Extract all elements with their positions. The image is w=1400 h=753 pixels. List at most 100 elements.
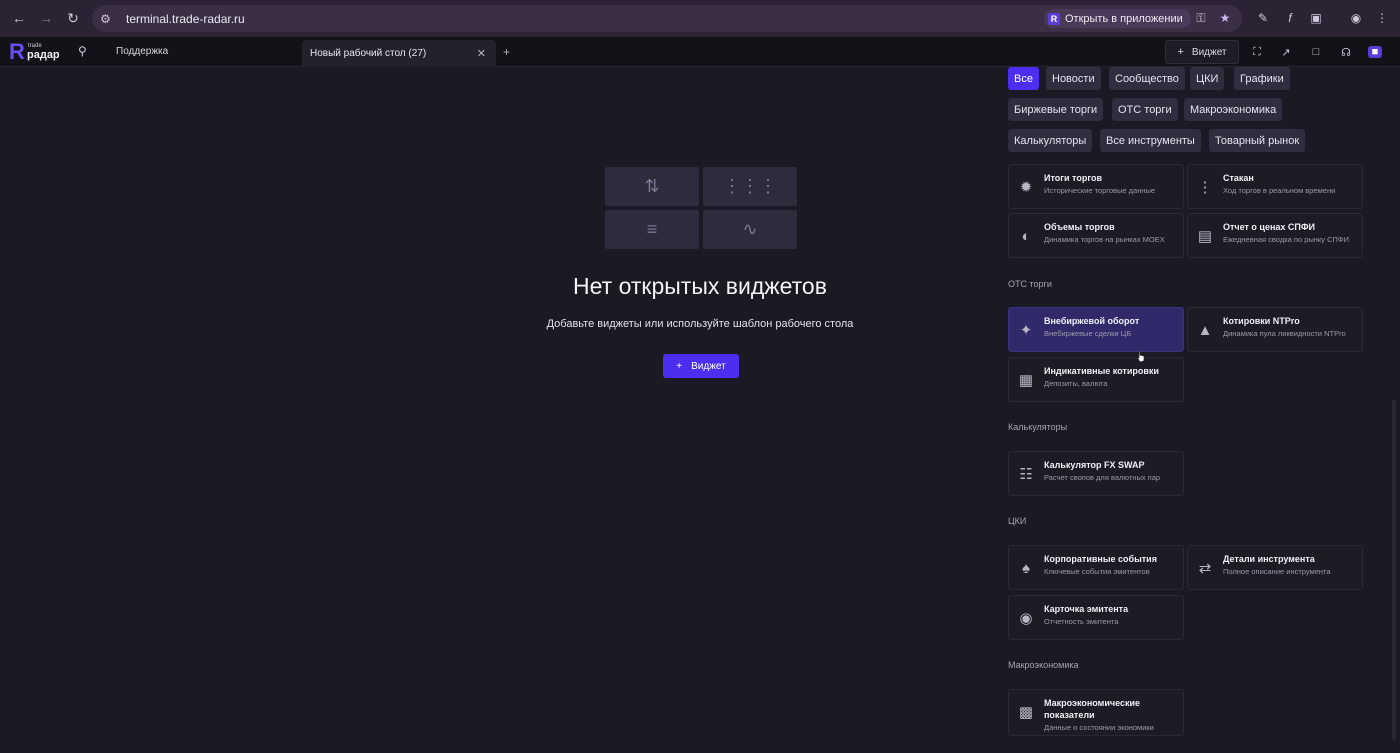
orderbook-icon: ⋮: [1197, 179, 1213, 196]
section-calculators: Калькуляторы: [1008, 422, 1068, 432]
quotes-icon: ▲: [1197, 321, 1213, 339]
extension-function-icon[interactable]: f: [1281, 9, 1299, 27]
export-icon[interactable]: ↗: [1279, 46, 1293, 59]
back-icon[interactable]: ←: [6, 5, 32, 31]
open-in-app-button[interactable]: R Открыть в приложении: [1044, 9, 1191, 28]
filter-macro[interactable]: Макроэкономика: [1184, 98, 1283, 121]
password-key-icon[interactable]: ⚿: [1192, 9, 1210, 27]
calculator-icon: ☷: [1019, 466, 1033, 483]
wave-icon: ∿: [703, 210, 797, 249]
extension-pen-icon[interactable]: ✎: [1254, 9, 1272, 27]
extensions-puzzle-icon[interactable]: ▣: [1307, 9, 1325, 27]
card-desc: Ход торгов в реальном времени: [1223, 186, 1336, 195]
widget-card-corporate-events[interactable]: ♠ Корпоративные события Ключевые события…: [1008, 545, 1184, 590]
card-title: Отчет о ценах СПФИ: [1223, 222, 1316, 232]
issuer-icon: ◉: [1019, 610, 1033, 627]
filter-exchange[interactable]: Биржевые торги: [1008, 98, 1104, 121]
widget-card-macro-indicators[interactable]: ▩ Макроэкономические показатели Данные о…: [1008, 689, 1184, 736]
add-tab-icon[interactable]: +: [503, 45, 510, 59]
site-settings-icon[interactable]: ⚙: [100, 12, 118, 26]
card-desc: Динамика пула ликвидности NTPro: [1223, 329, 1346, 338]
card-desc: Отчетность эмитента: [1044, 617, 1119, 626]
card-desc: Расчет свопов для валютных пар: [1044, 473, 1161, 482]
card-title: Детали инструмента: [1223, 554, 1315, 564]
widget-card-trade-volume[interactable]: ◐ Объемы торгов Динамика торгов на рынка…: [1008, 213, 1184, 258]
add-widget-button[interactable]: + Виджет: [1165, 40, 1239, 64]
filter-cki[interactable]: ЦКИ: [1190, 67, 1225, 90]
logo-main-text: радар: [27, 49, 60, 61]
close-icon[interactable]: ✕: [477, 47, 486, 60]
open-in-app-label: Открыть в приложении: [1065, 12, 1183, 25]
candles-icon: ⇅: [605, 167, 699, 206]
widget-card-trade-results[interactable]: ✹ Итоги торгов Исторические торговые дан…: [1008, 164, 1184, 209]
card-title: Внебиржевой оборот: [1044, 316, 1140, 326]
widget-card-spfi-report[interactable]: ▤ Отчет о ценах СПФИ Ежедневная сводка п…: [1187, 213, 1363, 258]
chat-icon[interactable]: □: [1309, 46, 1323, 58]
section-macro: Макроэкономика: [1008, 660, 1079, 670]
empty-illustration: ⇅ ⋮⋮⋮ ≡ ∿: [605, 167, 798, 251]
headset-icon[interactable]: ☊: [1339, 46, 1353, 59]
url-text[interactable]: terminal.trade-radar.ru: [126, 12, 245, 26]
dots-grid-icon: ⋮⋮⋮: [703, 167, 797, 206]
forward-icon[interactable]: →: [33, 5, 59, 31]
card-title: Котировки NTPro: [1223, 316, 1300, 326]
volume-icon: ◐: [1021, 227, 1031, 245]
card-desc: Внебиржевые сделки ЦБ: [1044, 329, 1132, 338]
profile-icon[interactable]: ◉: [1347, 9, 1365, 27]
widget-card-ntpro-quotes[interactable]: ▲ Котировки NTPro Динамика пула ликвидно…: [1187, 307, 1363, 352]
app-header: R trade радар ⚲ Поддержка Новый рабочий …: [0, 37, 1400, 67]
card-title: Корпоративные события: [1044, 554, 1157, 564]
trade-results-icon: ✹: [1019, 179, 1033, 196]
events-icon: ♠: [1022, 559, 1030, 577]
app-logo-icon: R: [1048, 12, 1060, 25]
card-title: Индикативные котировки: [1044, 366, 1159, 376]
card-desc: Ключевые события эмитентов: [1044, 567, 1150, 576]
card-desc: Данные о состоянии экономики: [1044, 723, 1154, 732]
widget-card-orderbook[interactable]: ⋮ Стакан Ход торгов в реальном времени: [1187, 164, 1363, 209]
tab-workspace[interactable]: Новый рабочий стол (27) ✕: [302, 40, 496, 67]
support-link[interactable]: Поддержка: [116, 46, 168, 57]
workspace-area: [0, 67, 1000, 753]
network-icon: ✦: [1019, 322, 1033, 339]
mouse-pointer-icon: [1136, 349, 1145, 363]
widget-card-issuer-card[interactable]: ◉ Карточка эмитента Отчетность эмитента: [1008, 595, 1184, 640]
add-widget-cta-button[interactable]: + Виджет: [663, 354, 739, 378]
macro-icon: ▩: [1018, 704, 1034, 721]
card-title: Стакан: [1223, 173, 1254, 183]
widget-card-instrument-details[interactable]: ⇄ Детали инструмента Полное описание инс…: [1187, 545, 1363, 590]
search-icon[interactable]: ⚲: [78, 44, 87, 58]
fullscreen-icon[interactable]: ⛶: [1250, 46, 1264, 58]
more-menu-icon[interactable]: ⋮: [1373, 9, 1391, 27]
filter-all-instruments[interactable]: Все инструменты: [1100, 129, 1201, 152]
plus-icon: +: [1177, 46, 1184, 58]
card-desc: Ежедневная сводка по рынку СПФИ: [1223, 235, 1350, 244]
card-desc: Депозиты, валюта: [1044, 379, 1108, 388]
panel-scrollbar[interactable]: [1392, 400, 1396, 740]
report-icon: ▤: [1197, 228, 1213, 245]
plus-icon: +: [676, 360, 683, 372]
card-title: Итоги торгов: [1044, 173, 1102, 183]
filter-otc[interactable]: ОТС торги: [1112, 98, 1178, 121]
card-title: Карточка эмитента: [1044, 604, 1129, 614]
filter-calculators[interactable]: Калькуляторы: [1008, 129, 1093, 152]
filter-community[interactable]: Сообщество: [1109, 67, 1185, 90]
logo-r-mark: R: [9, 39, 25, 64]
filter-all[interactable]: Все: [1008, 67, 1039, 90]
widget-card-fx-swap[interactable]: ☷ Калькулятор FX SWAP Расчет свопов для …: [1008, 451, 1184, 496]
trade-radar-logo[interactable]: R trade радар: [8, 40, 62, 64]
card-title: Объемы торгов: [1044, 222, 1115, 232]
reload-icon[interactable]: ↻: [60, 5, 86, 31]
widget-card-otc-turnover[interactable]: ✦ Внебиржевой оборот Внебиржевые сделки …: [1008, 307, 1184, 352]
card-title: Макроэкономические показатели: [1044, 698, 1141, 720]
user-menu-icon[interactable]: ■: [1368, 46, 1382, 58]
section-otc: ОТС торги: [1008, 279, 1052, 289]
card-title: Калькулятор FX SWAP: [1044, 460, 1145, 470]
filter-charts[interactable]: Графики: [1234, 67, 1290, 90]
widget-card-indicative-quotes[interactable]: ▦ Индикативные котировки Депозиты, валют…: [1008, 357, 1184, 402]
section-cki: ЦКИ: [1008, 516, 1027, 526]
add-widget-label: Виджет: [1191, 46, 1227, 58]
filter-commodity[interactable]: Товарный рынок: [1209, 129, 1306, 152]
bookmark-star-icon[interactable]: ★: [1216, 9, 1234, 27]
details-icon: ⇄: [1198, 560, 1212, 577]
filter-news[interactable]: Новости: [1046, 67, 1101, 90]
